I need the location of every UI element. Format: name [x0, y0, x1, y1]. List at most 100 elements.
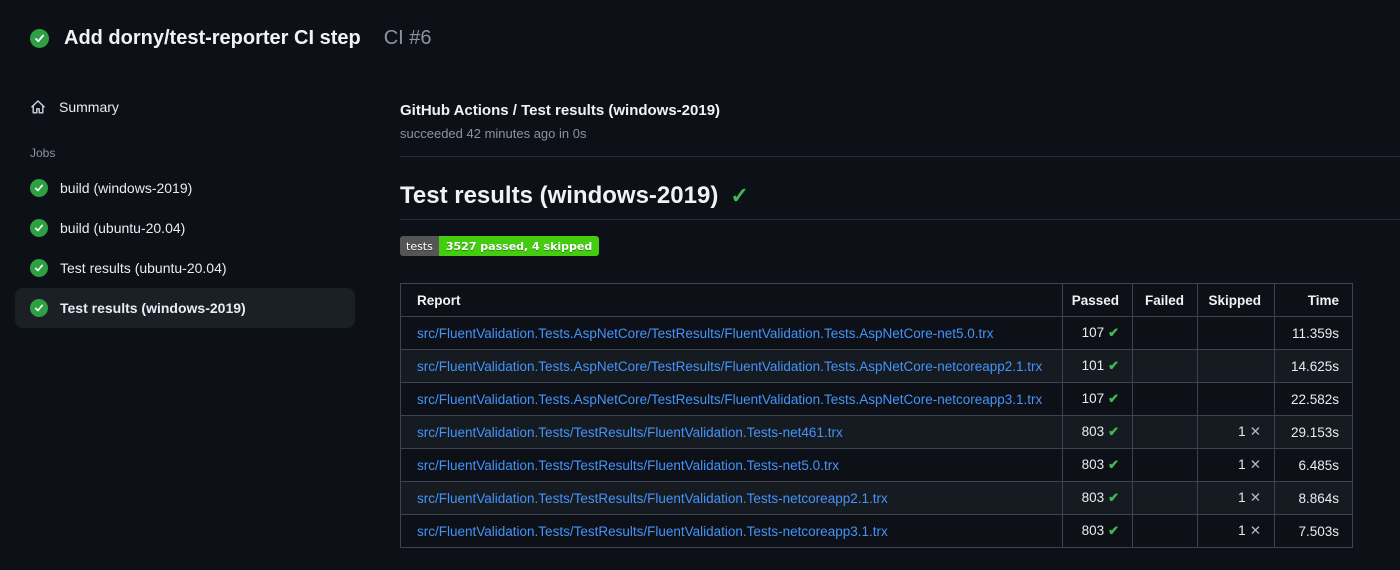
check-run-status: succeeded 42 minutes ago in 0s	[400, 126, 587, 141]
time-value: 6.485s	[1298, 457, 1339, 473]
failed-cell	[1132, 349, 1198, 383]
skipped-count: 1	[1238, 490, 1246, 505]
passed-check-icon: ✔	[1108, 457, 1119, 472]
passed-cell: 803 ✔	[1062, 481, 1133, 515]
report-link[interactable]: src/FluentValidation.Tests.AspNetCore/Te…	[417, 326, 994, 341]
passed-count: 803	[1081, 490, 1105, 505]
table-row: src/FluentValidation.Tests/TestResults/F…	[400, 481, 1353, 515]
skipped-cross-icon: ✕	[1249, 523, 1261, 538]
passed-check-icon: ✔	[1108, 490, 1119, 505]
time-cell: 14.625s	[1274, 349, 1353, 383]
home-icon	[30, 99, 46, 115]
jobs-section-label: Jobs	[30, 146, 56, 160]
table-row: src/FluentValidation.Tests/TestResults/F…	[400, 415, 1353, 449]
skipped-cross-icon: ✕	[1249, 490, 1261, 505]
failed-cell	[1132, 514, 1198, 548]
success-check-icon	[30, 179, 48, 197]
skipped-count: 1	[1238, 424, 1246, 439]
report-link[interactable]: src/FluentValidation.Tests/TestResults/F…	[417, 425, 843, 440]
skipped-cross-icon: ✕	[1249, 424, 1261, 439]
time-cell: 29.153s	[1274, 415, 1353, 449]
passed-cell: 803 ✔	[1062, 415, 1133, 449]
table-header-row: Report Passed Failed Skipped Time	[400, 283, 1353, 317]
passed-check-icon: ✔	[1108, 391, 1119, 406]
report-link[interactable]: src/FluentValidation.Tests/TestResults/F…	[417, 458, 839, 473]
table-row: src/FluentValidation.Tests.AspNetCore/Te…	[400, 382, 1353, 416]
report-link[interactable]: src/FluentValidation.Tests.AspNetCore/Te…	[417, 392, 1042, 407]
time-cell: 8.864s	[1274, 481, 1353, 515]
tests-badge-value: 3527 passed, 4 skipped	[438, 236, 600, 256]
passed-count: 101	[1081, 358, 1105, 373]
jobs-list: build (windows-2019) build (ubuntu-20.04)…	[15, 168, 355, 328]
time-cell: 7.503s	[1274, 514, 1353, 548]
sidebar-job-item[interactable]: Test results (windows-2019)	[15, 288, 355, 328]
time-cell: 22.582s	[1274, 382, 1353, 416]
column-header-failed: Failed	[1132, 283, 1198, 317]
report-link[interactable]: src/FluentValidation.Tests/TestResults/F…	[417, 524, 888, 539]
run-success-check-icon	[30, 28, 49, 48]
report-link[interactable]: src/FluentValidation.Tests/TestResults/F…	[417, 491, 888, 506]
passed-check-icon: ✔	[1108, 523, 1119, 538]
time-value: 14.625s	[1290, 358, 1339, 374]
sidebar: Summary Jobs build (windows-2019) build (…	[0, 92, 355, 548]
skipped-count: 1	[1238, 523, 1246, 538]
skipped-cell	[1197, 382, 1275, 416]
sidebar-item-summary[interactable]: Summary	[15, 92, 355, 122]
column-header-time: Time	[1274, 283, 1353, 317]
job-label: Test results (ubuntu-20.04)	[60, 260, 227, 276]
sidebar-job-item[interactable]: build (ubuntu-20.04)	[15, 208, 355, 248]
failed-cell	[1132, 481, 1198, 515]
heading-divider	[400, 219, 1400, 220]
report-link[interactable]: src/FluentValidation.Tests.AspNetCore/Te…	[417, 359, 1042, 374]
header-divider	[400, 156, 1400, 157]
failed-cell	[1132, 316, 1198, 350]
time-value: 8.864s	[1298, 490, 1339, 506]
passed-check-icon: ✔	[1108, 358, 1119, 373]
success-check-icon	[30, 299, 48, 317]
skipped-cell: 1 ✕	[1197, 514, 1275, 548]
passed-cell: 107 ✔	[1062, 382, 1133, 416]
run-number: CI #6	[383, 26, 432, 49]
main-content: GitHub Actions / Test results (windows-2…	[355, 92, 1400, 548]
sidebar-summary-label: Summary	[59, 99, 119, 115]
failed-cell	[1132, 415, 1198, 449]
passed-count: 803	[1081, 523, 1105, 538]
report-heading-text: Test results (windows-2019)	[400, 182, 719, 209]
time-cell: 6.485s	[1274, 448, 1353, 482]
table-body: src/FluentValidation.Tests.AspNetCore/Te…	[400, 316, 1353, 548]
tests-badge-label: tests	[400, 236, 439, 256]
table-row: src/FluentValidation.Tests.AspNetCore/Te…	[400, 349, 1353, 383]
skipped-cross-icon: ✕	[1249, 457, 1261, 472]
failed-cell	[1132, 382, 1198, 416]
check-run-header: GitHub Actions / Test results (windows-2…	[400, 102, 1400, 141]
report-heading: Test results (windows-2019) ✓	[400, 182, 1400, 210]
run-title: Add dorny/test-reporter CI step	[64, 26, 361, 49]
success-check-icon	[30, 259, 48, 277]
column-header-skipped: Skipped	[1197, 283, 1275, 317]
passed-cell: 803 ✔	[1062, 514, 1133, 548]
column-header-report: Report	[400, 283, 1063, 317]
passed-cell: 107 ✔	[1062, 316, 1133, 350]
time-value: 11.359s	[1291, 325, 1339, 341]
passed-cell: 101 ✔	[1062, 349, 1133, 383]
skipped-cell	[1197, 349, 1275, 383]
passed-count: 803	[1081, 424, 1105, 439]
sidebar-job-item[interactable]: Test results (ubuntu-20.04)	[15, 248, 355, 288]
time-value: 7.503s	[1298, 523, 1339, 539]
column-header-passed: Passed	[1062, 283, 1133, 317]
skipped-cell	[1197, 316, 1275, 350]
tests-badge[interactable]: tests 3527 passed, 4 skipped	[400, 236, 600, 256]
skipped-cell: 1 ✕	[1197, 415, 1275, 449]
time-cell: 11.359s	[1274, 316, 1353, 350]
passed-cell: 803 ✔	[1062, 448, 1133, 482]
run-header: Add dorny/test-reporter CI step CI #6	[0, 0, 1400, 52]
success-check-icon	[30, 219, 48, 237]
passed-count: 107	[1081, 325, 1105, 340]
sidebar-job-item[interactable]: build (windows-2019)	[15, 168, 355, 208]
job-label: build (ubuntu-20.04)	[60, 220, 186, 236]
passed-check-icon: ✔	[1108, 325, 1119, 340]
check-run-title: GitHub Actions / Test results (windows-2…	[400, 102, 721, 119]
skipped-cell: 1 ✕	[1197, 481, 1275, 515]
passed-count: 803	[1081, 457, 1105, 472]
test-results-table: Report Passed Failed Skipped Time src/Fluent…	[400, 283, 1353, 548]
